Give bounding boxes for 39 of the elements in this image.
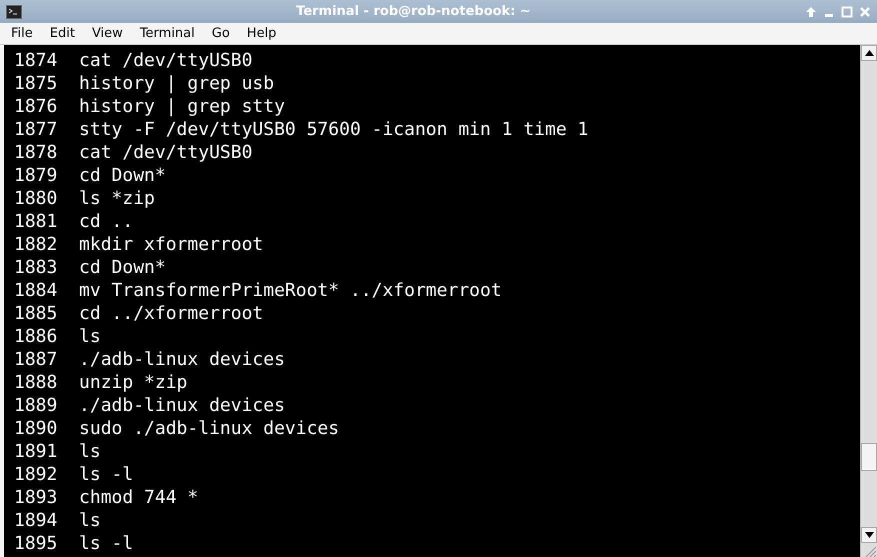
- terminal-line: 1886 ls: [14, 325, 102, 348]
- terminal-line: 1875 history | grep usb: [14, 72, 276, 95]
- arrow-up-icon[interactable]: [805, 6, 817, 18]
- terminal-line: 1888 unzip *zip: [14, 371, 188, 394]
- scroll-down-button[interactable]: [861, 527, 877, 543]
- scroll-up-button[interactable]: [861, 45, 877, 61]
- menu-item[interactable]: Help: [244, 26, 284, 41]
- triangle-down-icon: [864, 532, 874, 538]
- terminal-line: 1878 cat /dev/ttyUSB0: [14, 141, 254, 164]
- terminal-line: 1879 cd Down*: [14, 164, 167, 187]
- scroll-thumb[interactable]: [861, 443, 877, 471]
- terminal-line: 1884 mv TransformerPrimeRoot* ../xformerroot: [14, 279, 503, 302]
- window-title: Terminal - rob@rob-notebook: ~: [295, 4, 532, 19]
- terminal-line: 1890 sudo ./adb-linux devices: [14, 417, 340, 440]
- maximize-icon[interactable]: [841, 6, 853, 18]
- close-icon[interactable]: [859, 6, 871, 18]
- terminal-line: 1874 cat /dev/ttyUSB0: [14, 49, 254, 72]
- terminal-line: 1885 cd ../xformerroot: [14, 302, 264, 325]
- terminal-icon: [6, 4, 22, 18]
- terminal-line: 1883 cd Down*: [14, 256, 167, 279]
- triangle-up-icon: [864, 50, 874, 56]
- menu-item[interactable]: File: [8, 26, 41, 41]
- terminal-line: 1894 ls: [14, 509, 102, 532]
- terminal-line: 1892 ls -l: [14, 463, 134, 486]
- scrollbar[interactable]: [860, 45, 877, 557]
- menu-item[interactable]: Go: [208, 26, 238, 41]
- terminal-line: 1895 ls -l: [14, 532, 134, 555]
- terminal-line: 1877 stty -F /dev/ttyUSB0 57600 -icanon min 1 time 1: [14, 118, 590, 141]
- menu-item[interactable]: View: [88, 26, 131, 41]
- terminal-line: 1887 ./adb-linux devices: [14, 348, 286, 371]
- terminal-line: 1891 ls: [14, 440, 102, 463]
- terminal-line: 1880 ls *zip: [14, 187, 156, 210]
- menu-item[interactable]: Terminal: [136, 26, 203, 41]
- terminal-line: 1889 ./adb-linux devices: [14, 394, 286, 417]
- terminal-line: 1881 cd ..: [14, 210, 134, 233]
- terminal-line: 1893 chmod 744 *: [14, 486, 200, 509]
- terminal-line: 1876 history | grep stty: [14, 95, 286, 118]
- menu-item[interactable]: Edit: [46, 26, 83, 41]
- terminal-line: 1882 mkdir xformerroot: [14, 233, 264, 256]
